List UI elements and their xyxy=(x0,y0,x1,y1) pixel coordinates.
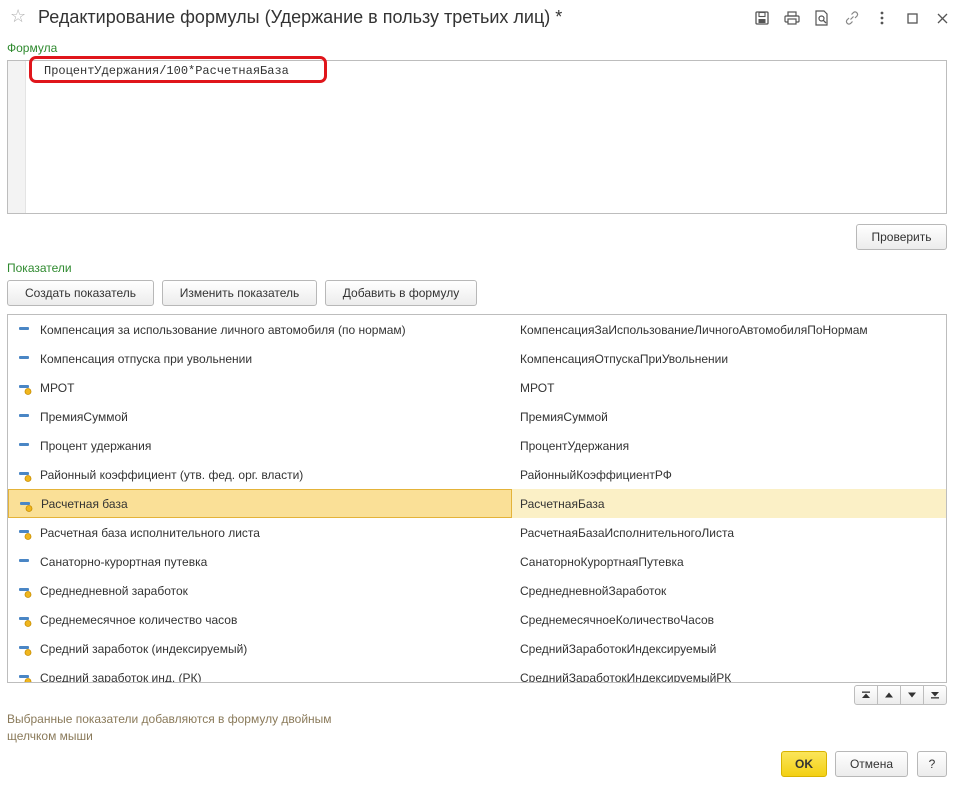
indicator-icon xyxy=(18,325,32,335)
indicator-identifier: СреднийЗаработокИндексируемыйРК xyxy=(520,670,732,683)
formula-editor[interactable]: ПроцентУдержания/100*РасчетнаяБаза xyxy=(7,60,947,214)
help-button[interactable]: ? xyxy=(917,751,947,777)
indicator-name: Санаторно-курортная путевка xyxy=(40,554,208,569)
indicator-icon xyxy=(18,412,32,422)
indicator-name: Компенсация за использование личного авт… xyxy=(40,322,406,337)
indicator-period-icon xyxy=(18,586,32,598)
create-indicator-button[interactable]: Создать показатель xyxy=(7,280,154,306)
list-item-name-cell[interactable]: Средний заработок (индексируемый) xyxy=(8,634,512,663)
check-button[interactable]: Проверить xyxy=(856,224,947,250)
close-icon[interactable] xyxy=(927,8,957,28)
indicator-name: Процент удержания xyxy=(40,438,152,453)
list-item-name-cell[interactable]: Средний заработок инд. (РК) xyxy=(8,663,512,683)
add-to-formula-button[interactable]: Добавить в формулу xyxy=(325,280,477,306)
indicator-identifier: КомпенсацияЗаИспользованиеЛичногоАвтомоб… xyxy=(520,322,868,337)
list-item[interactable]: Компенсация отпуска при увольнении Компен… xyxy=(8,344,946,373)
list-item-name-cell[interactable]: Санаторно-курортная путевка xyxy=(8,547,512,576)
list-item-name-cell[interactable]: Районный коэффициент (утв. фед. орг. вла… xyxy=(8,460,512,489)
indicator-name: Средний заработок инд. (РК) xyxy=(40,670,202,683)
indicator-identifier: МРОТ xyxy=(520,380,555,395)
list-item-name-cell[interactable]: Расчетная база xyxy=(8,489,512,518)
indicator-identifier: РайонныйКоэффициентРФ xyxy=(520,467,672,482)
window-toolbar xyxy=(747,8,957,28)
indicator-period-icon xyxy=(18,470,32,482)
list-scroll-buttons xyxy=(854,685,947,705)
list-item[interactable]: Среднемесячное количество часов Среднемес… xyxy=(8,605,946,634)
indicator-period-icon xyxy=(18,673,32,682)
list-item[interactable]: Компенсация за использование личного авт… xyxy=(8,315,946,344)
list-item[interactable]: Средний заработок (индексируемый) Средний… xyxy=(8,634,946,663)
indicator-period-icon xyxy=(18,615,32,627)
print-icon[interactable] xyxy=(777,8,807,28)
indicator-identifier: СреднедневнойЗаработок xyxy=(520,583,667,598)
ok-button[interactable]: OK xyxy=(781,751,827,777)
list-item[interactable]: Процент удержания ПроцентУдержания xyxy=(8,431,946,460)
list-item[interactable]: Расчетная база РасчетнаяБаза xyxy=(8,489,946,518)
indicator-icon xyxy=(18,557,32,567)
list-item[interactable]: Расчетная база исполнительного листа Расч… xyxy=(8,518,946,547)
indicator-period-icon xyxy=(18,528,32,540)
indicator-name: Средний заработок (индексируемый) xyxy=(40,641,248,656)
more-icon[interactable] xyxy=(867,8,897,28)
indicator-period-icon xyxy=(19,500,33,512)
indicators-label: Показатели xyxy=(7,261,72,275)
indicator-identifier: КомпенсацияОтпускаПриУвольнении xyxy=(520,351,729,366)
indicator-period-icon xyxy=(18,644,32,656)
indicator-period-icon xyxy=(18,383,32,395)
scroll-bottom-icon[interactable] xyxy=(923,685,947,705)
save-icon[interactable] xyxy=(747,8,777,28)
formula-label: Формула xyxy=(7,41,58,55)
indicator-name: ПремияСуммой xyxy=(40,409,128,424)
indicator-icon xyxy=(18,441,32,451)
maximize-icon[interactable] xyxy=(897,8,927,28)
list-item-name-cell[interactable]: Расчетная база исполнительного листа xyxy=(8,518,512,547)
edit-indicator-button[interactable]: Изменить показатель xyxy=(162,280,317,306)
indicator-name: Среднемесячное количество часов xyxy=(40,612,238,627)
list-item[interactable]: Среднедневной заработок СреднедневнойЗара… xyxy=(8,576,946,605)
cancel-button[interactable]: Отмена xyxy=(835,751,908,777)
indicator-identifier: ПроцентУдержания xyxy=(520,438,630,453)
list-item-name-cell[interactable]: Компенсация отпуска при увольнении xyxy=(8,344,512,373)
indicator-name: Расчетная база исполнительного листа xyxy=(40,525,260,540)
list-item[interactable]: МРОТ МРОТ xyxy=(8,373,946,402)
scroll-up-icon[interactable] xyxy=(877,685,901,705)
indicator-name: Расчетная база xyxy=(41,496,128,511)
indicator-name: Среднедневной заработок xyxy=(40,583,188,598)
list-item[interactable]: Средний заработок инд. (РК) СреднийЗарабо… xyxy=(8,663,946,683)
scroll-down-icon[interactable] xyxy=(900,685,924,705)
formula-gutter xyxy=(8,61,26,213)
hint-text: Выбранные показатели добавляются в форму… xyxy=(7,712,332,743)
formula-text[interactable]: ПроцентУдержания/100*РасчетнаяБаза xyxy=(44,64,289,78)
list-item-name-cell[interactable]: Процент удержания xyxy=(8,431,512,460)
list-item-name-cell[interactable]: МРОТ xyxy=(8,373,512,402)
indicator-identifier: СанаторноКурортнаяПутевка xyxy=(520,554,684,569)
indicator-identifier: ПремияСуммой xyxy=(520,409,608,424)
indicators-list[interactable]: Компенсация за использование личного авт… xyxy=(7,314,947,683)
indicator-icon xyxy=(18,354,32,364)
indicator-name: Компенсация отпуска при увольнении xyxy=(40,351,253,366)
list-item[interactable]: Районный коэффициент (утв. фед. орг. вла… xyxy=(8,460,946,489)
list-item-name-cell[interactable]: ПремияСуммой xyxy=(8,402,512,431)
list-item-name-cell[interactable]: Среднедневной заработок xyxy=(8,576,512,605)
list-item-name-cell[interactable]: Компенсация за использование личного авт… xyxy=(8,315,512,344)
preview-icon[interactable] xyxy=(807,8,837,28)
indicator-name: МРОТ xyxy=(40,380,75,395)
link-icon[interactable] xyxy=(837,8,867,28)
scroll-top-icon[interactable] xyxy=(854,685,878,705)
list-item-name-cell[interactable]: Среднемесячное количество часов xyxy=(8,605,512,634)
indicator-identifier: РасчетнаяБаза xyxy=(520,496,605,511)
indicator-identifier: РасчетнаяБазаИсполнительногоЛиста xyxy=(520,525,735,540)
star-icon[interactable]: ☆ xyxy=(10,6,26,27)
list-item[interactable]: Санаторно-курортная путевка СанаторноКуро… xyxy=(8,547,946,576)
window-title: Редактирование формулы (Удержание в поль… xyxy=(38,7,563,27)
indicator-name: Районный коэффициент (утв. фед. орг. вла… xyxy=(40,467,304,482)
indicator-identifier: СреднемесячноеКоличествоЧасов xyxy=(520,612,714,627)
list-item[interactable]: ПремияСуммой ПремияСуммой xyxy=(8,402,946,431)
window-titlebar: ☆ Редактирование формулы (Удержание в по… xyxy=(0,0,967,36)
indicator-identifier: СреднийЗаработокИндексируемый xyxy=(520,641,717,656)
